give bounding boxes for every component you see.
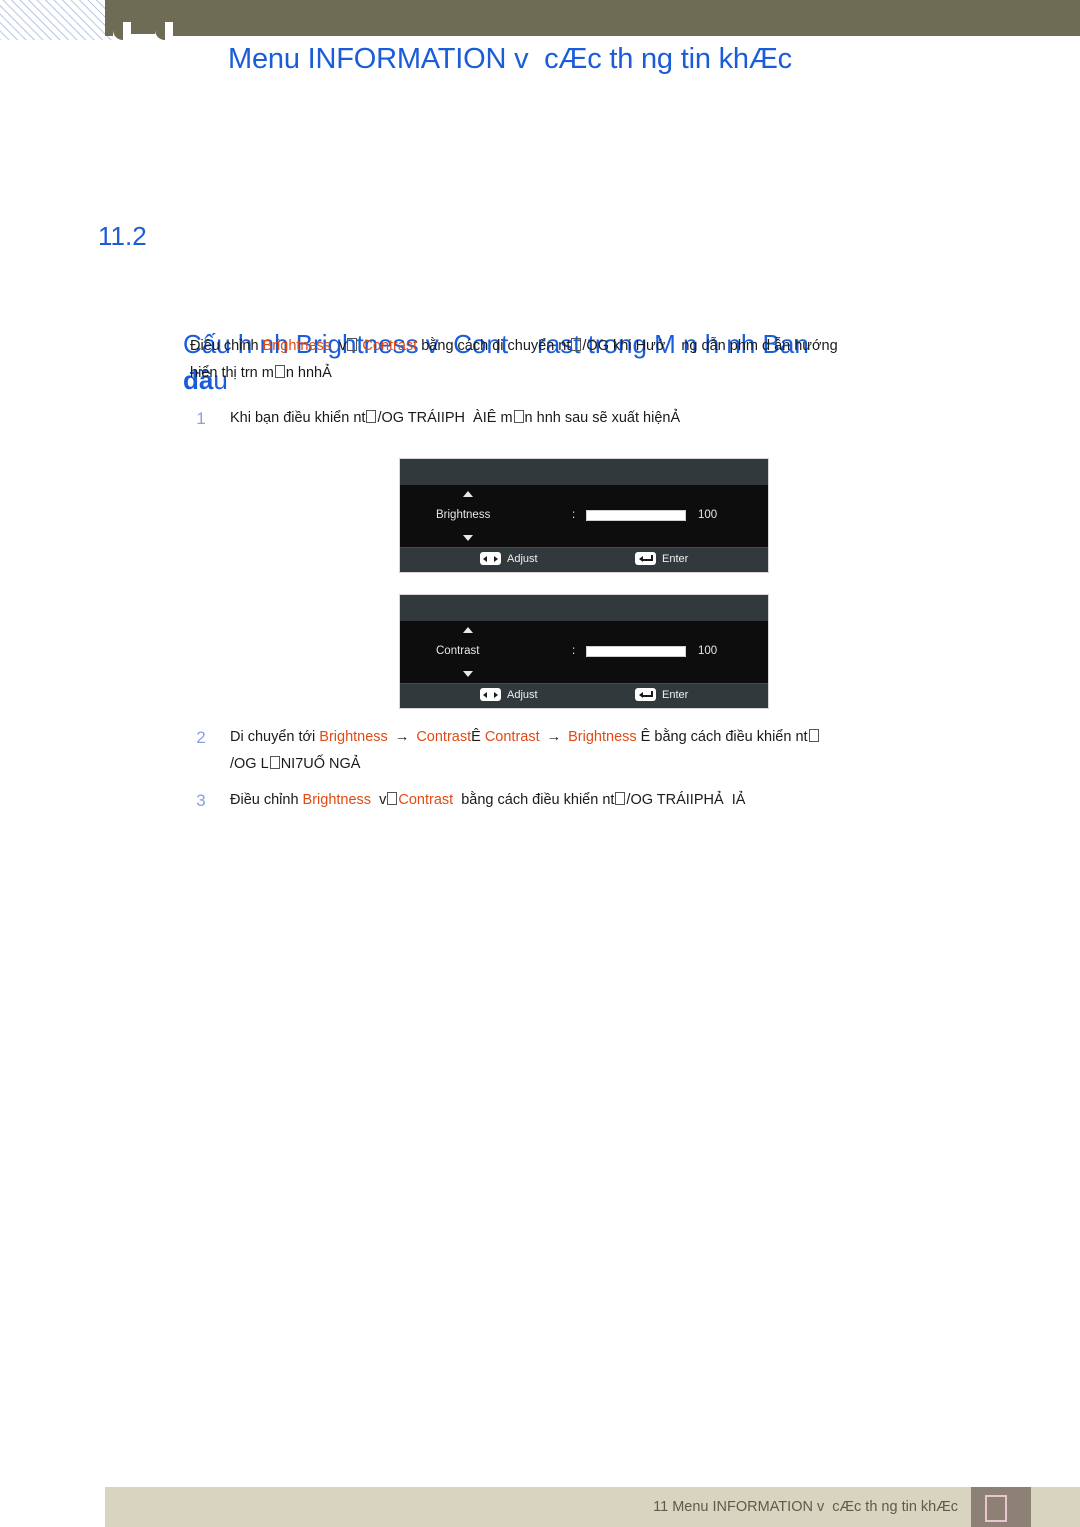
step-number: 1: [196, 409, 206, 428]
step-body: Di chuyển tới Brightness → ContrastÊ Contr…: [230, 724, 1005, 778]
step2-highlight-contrast-b: Contrast: [484, 729, 540, 745]
section-number: 11.2: [98, 221, 147, 251]
osd-title-bar: [400, 459, 768, 485]
osd-adjust-label: Adjust: [507, 552, 538, 565]
osd-hint-enter: Enter: [635, 552, 688, 565]
missing-glyph-box: [571, 338, 582, 351]
list-item: 3 Điều chỉnh Brightness v Contrast bằng c…: [190, 787, 1005, 814]
page-title: 11.2 Cấu h nh Brightness v Cont rast tro…: [98, 218, 998, 434]
chevron-down-icon: [463, 671, 473, 677]
footer-breadcrumb: 11 Menu INFORMATION v cÆc th ng tin khÆc: [653, 1499, 958, 1515]
osd-hint-adjust: Adjust: [480, 552, 538, 565]
enter-key-icon: [635, 552, 656, 565]
step3-text-1: Điều chỉnh: [230, 792, 303, 808]
enter-key-icon: [635, 688, 656, 701]
missing-glyph-box: [347, 338, 358, 351]
step3-highlight-brightness: Brightness: [302, 792, 372, 808]
step2-text-4: /OG L: [230, 756, 269, 772]
missing-glyph-box: [808, 729, 819, 742]
chapter-number-graphic: [105, 0, 265, 40]
osd-title-bar: [400, 595, 768, 621]
missing-glyph-box: [513, 410, 524, 423]
osd-screenshot-contrast: Contrast : 100 Adjust Enter: [399, 594, 769, 709]
chevron-down-icon: [463, 535, 473, 541]
missing-glyph-box: [387, 792, 398, 805]
osd-value: 100: [698, 509, 718, 521]
arrow-right-icon: →: [394, 729, 410, 745]
missing-glyph-box: [269, 756, 280, 769]
osd-hint-bar: Adjust Enter: [400, 683, 768, 708]
diagonal-hatch-decoration: [0, 0, 112, 40]
list-item: 2 Di chuyển tới Brightness → ContrastÊ Con…: [190, 724, 1005, 778]
osd-value: 100: [698, 645, 718, 657]
intro-text-7: n hnhẢ: [285, 365, 332, 381]
step3-highlight-contrast: Contrast: [398, 792, 454, 808]
osd-enter-label: Enter: [662, 688, 689, 701]
intro-text-1: Điều chỉnh: [190, 338, 263, 354]
list-item: 1 Khi bạn điều khiển nt/OG TRÁIIPH ÀIÊ m…: [190, 405, 1005, 432]
intro-text-5: /OG khi Hướ ng dẫn phm d ẫn hướng: [582, 338, 838, 354]
step2-highlight-contrast-a: Contrast: [416, 729, 472, 745]
step1-text-1: Khi bạn điều khiển nt: [230, 410, 366, 426]
osd-slider-track[interactable]: [586, 646, 686, 657]
missing-glyph-box: [274, 365, 285, 378]
intro-text-6: hiển thị trn m: [190, 365, 274, 381]
missing-glyph-box: [615, 792, 626, 805]
osd-screenshot-brightness: Brightness : 100 Adjust Enter: [399, 458, 769, 573]
osd-hint-enter: Enter: [635, 688, 688, 701]
osd-hint-bar: Adjust Enter: [400, 547, 768, 572]
step2-text-3: Ê bằng cách điều khiển nt: [636, 729, 808, 745]
osd-body: Contrast : 100: [400, 621, 768, 683]
header-title: Menu INFORMATION v cÆc th ng tin khÆc: [228, 43, 792, 75]
osd-slider-track[interactable]: [586, 510, 686, 521]
missing-glyph-box: [366, 410, 377, 423]
step2-highlight-brightness: Brightness: [319, 729, 388, 745]
arrow-right-icon: →: [546, 729, 562, 745]
step1-text-2: /OG TRÁIIPH ÀIÊ m: [377, 410, 513, 426]
intro-highlight-contrast: Contrast: [362, 338, 418, 354]
footer-page-number-box: [971, 1487, 1031, 1527]
left-right-key-icon: [480, 552, 501, 565]
step2-text-2: Ê: [471, 729, 485, 745]
step1-text-3: n hnh sau sẽ xuất hiệnẢ: [524, 410, 681, 426]
step3-text-3: bằng cách điều khiển nt: [453, 792, 615, 808]
intro-highlight-brightness: Brightness: [262, 338, 332, 354]
intro-paragraph: Điều chỉnh Brightness v Contrast bằng cá…: [190, 333, 1000, 387]
osd-body: Brightness : 100: [400, 485, 768, 547]
osd-adjust-label: Adjust: [507, 688, 538, 701]
left-right-key-icon: [480, 688, 501, 701]
osd-hint-adjust: Adjust: [480, 688, 538, 701]
osd-setting-label: Brightness: [436, 509, 491, 521]
intro-text-2: v: [331, 338, 347, 354]
step-number: 3: [196, 791, 206, 810]
chevron-up-icon: [463, 627, 473, 633]
step-number: 2: [196, 728, 206, 747]
osd-setting-label: Contrast: [436, 645, 480, 657]
page-header: Menu INFORMATION v cÆc th ng tin khÆc: [0, 0, 1080, 110]
step-body: Điều chỉnh Brightness v Contrast bằng các…: [230, 787, 1005, 814]
step3-text-2: v: [371, 792, 387, 808]
step2-text-1: Di chuyển tới: [230, 729, 320, 745]
step-body: Khi bạn điều khiển nt/OG TRÁIIPH ÀIÊ m n …: [230, 405, 1005, 432]
step2-text-5: NI7UỐ NGẢ: [280, 756, 361, 772]
step2-highlight-brightness-b: Brightness: [568, 729, 637, 745]
page-number: [985, 1495, 1007, 1522]
osd-enter-label: Enter: [662, 552, 689, 565]
step3-text-4: /OG TRÁIIPHẢ IẢ: [626, 792, 746, 808]
chevron-up-icon: [463, 491, 473, 497]
osd-colon: :: [572, 509, 576, 521]
intro-text-4: bằng cách di chuyển nt: [417, 338, 571, 354]
osd-colon: :: [572, 645, 576, 657]
page-footer: 11 Menu INFORMATION v cÆc th ng tin khÆc: [105, 1487, 1080, 1527]
